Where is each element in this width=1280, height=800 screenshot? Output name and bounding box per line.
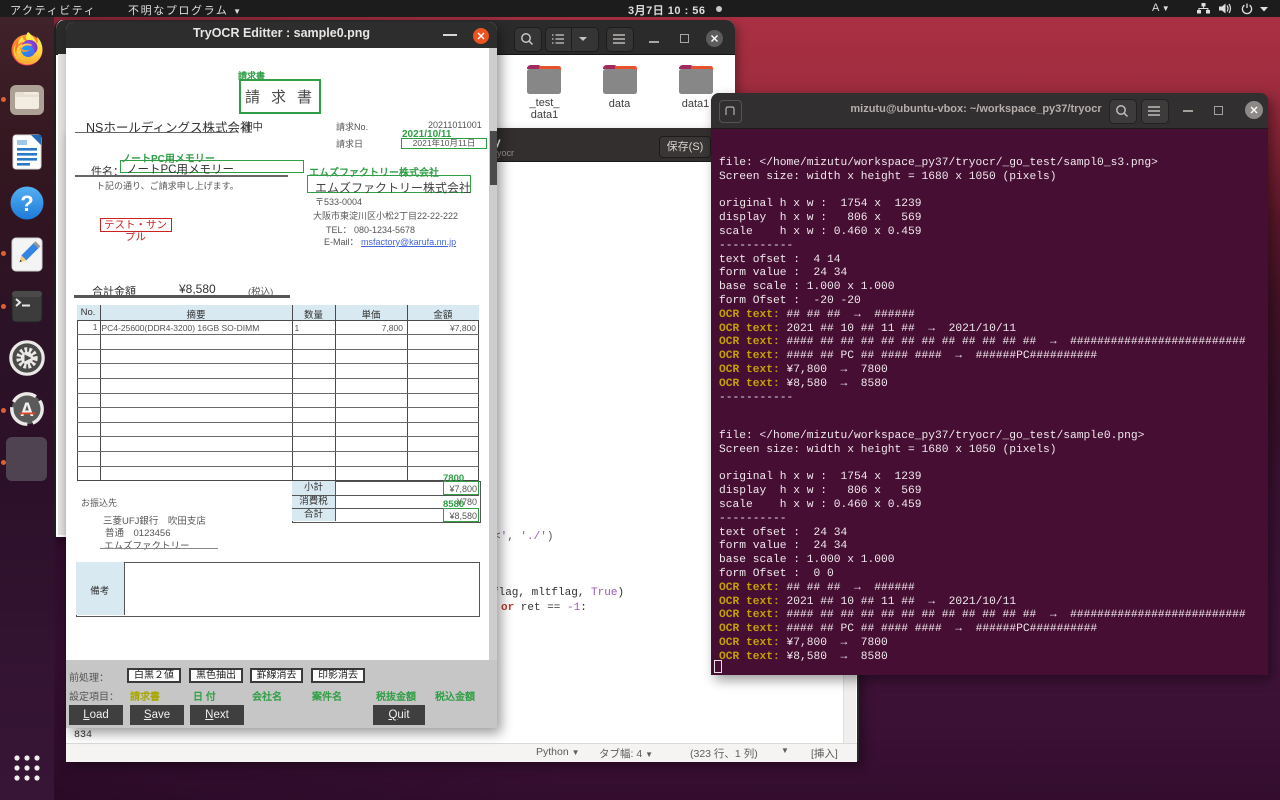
svg-text:?: ? (20, 191, 33, 216)
svg-text:A: A (20, 400, 34, 421)
